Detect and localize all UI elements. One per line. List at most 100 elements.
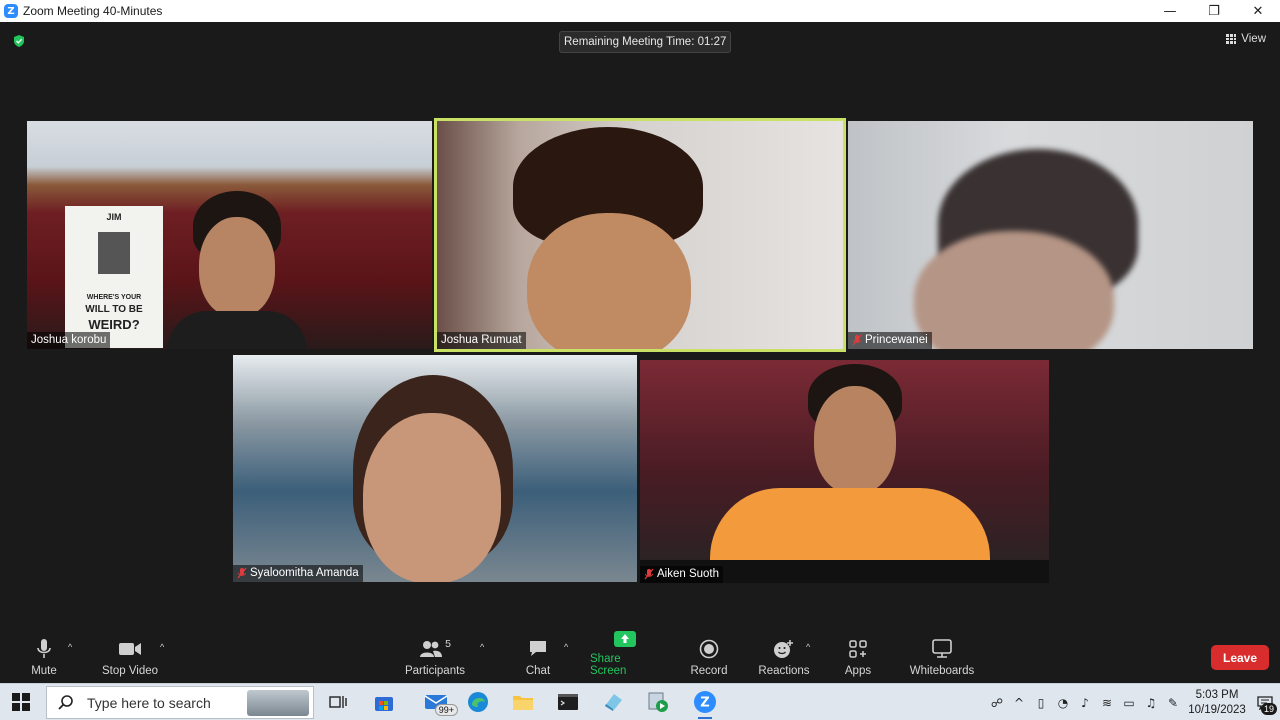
participant-name-tag: Joshua Rumuat	[437, 332, 526, 349]
whiteboard-icon	[932, 639, 952, 658]
book-line-1: WHERE'S YOUR	[86, 294, 142, 301]
microphone-icon	[37, 639, 51, 658]
participant-face	[814, 386, 896, 494]
meeting-area: Remaining Meeting Time: 01:27 View JIM W…	[0, 22, 1280, 632]
meeting-toolbar: Mute ^ Stop Video ^ 5 Participants ^ Cha…	[0, 631, 1280, 683]
battery-icon[interactable]: ▭	[1118, 684, 1140, 720]
reactions-options-caret-icon[interactable]: ^	[806, 642, 810, 652]
participant-shirt	[710, 488, 990, 560]
grid-icon	[1226, 34, 1237, 44]
chat-label: Chat	[525, 665, 551, 677]
book-line-3: WEIRD?	[88, 317, 140, 332]
apps-icon	[849, 640, 867, 658]
book-cover: JIM WHERE'S YOUR WILL TO BE WEIRD?	[65, 206, 163, 348]
microsoft-store-icon[interactable]	[371, 690, 397, 714]
chat-button[interactable]: Chat	[520, 632, 556, 683]
participant-name: Syaloomitha Amanda	[250, 567, 359, 579]
device-icon[interactable]: ▯	[1030, 684, 1052, 720]
zoom-logo-icon: Z	[4, 4, 18, 18]
notification-badge: 19	[1260, 703, 1277, 715]
clock-date: 10/19/2023	[1188, 703, 1246, 716]
participant-face	[914, 231, 1114, 349]
participants-icon	[420, 641, 443, 657]
task-view-icon[interactable]	[325, 690, 351, 714]
chat-icon	[530, 641, 546, 656]
stop-video-button[interactable]: Stop Video	[100, 632, 160, 683]
terminal-icon[interactable]	[555, 690, 581, 714]
close-button[interactable]: ✕	[1236, 0, 1280, 22]
pen-icon[interactable]: ✎	[1162, 684, 1184, 720]
participant-name-tag: Syaloomitha Amanda	[233, 565, 363, 582]
mic-muted-icon	[237, 567, 247, 579]
video-tile[interactable]: Aiken Suoth	[640, 360, 1049, 583]
participants-count: 5	[445, 638, 451, 650]
participant-name-tag: Princewanei	[848, 332, 932, 349]
apps-button[interactable]: Apps	[840, 632, 876, 683]
taskbar-search-box[interactable]: Type here to search	[46, 686, 314, 719]
maximize-button[interactable]: ❐	[1192, 0, 1236, 22]
media-player-icon[interactable]	[645, 690, 671, 714]
participant-name: Aiken Suoth	[657, 568, 720, 580]
wifi-icon[interactable]: ≋	[1096, 684, 1118, 720]
network-status-icon[interactable]: ◔	[1052, 684, 1074, 720]
zoom-window: Z Zoom Meeting 40-Minutes — ❐ ✕ Remainin…	[0, 0, 1280, 720]
video-tile[interactable]: Syaloomitha Amanda	[233, 355, 637, 582]
clock-time: 5:03 PM	[1195, 688, 1239, 701]
reactions-smiley-icon	[774, 640, 793, 658]
view-button[interactable]: View	[1226, 33, 1266, 45]
notification-center-icon[interactable]: 19	[1250, 684, 1280, 720]
participant-face	[199, 217, 275, 317]
minimize-button[interactable]: —	[1148, 0, 1192, 22]
video-tile[interactable]: JIM WHERE'S YOUR WILL TO BE WEIRD? Joshu…	[27, 121, 432, 349]
show-hidden-icons-icon[interactable]: ^	[1008, 684, 1030, 720]
participant-name-tag: Aiken Suoth	[640, 566, 724, 583]
windows-start-icon[interactable]	[12, 693, 30, 711]
participant-name: Joshua Rumuat	[441, 334, 522, 346]
search-icon	[58, 694, 73, 710]
video-frame	[640, 360, 1049, 560]
volume-icon[interactable]: ♫	[1140, 684, 1162, 720]
view-label: View	[1241, 33, 1266, 45]
reactions-button[interactable]: Reactions	[756, 632, 812, 683]
zoom-taskbar-icon[interactable]: Z	[692, 690, 718, 719]
participant-face	[363, 413, 501, 582]
mic-muted-icon	[852, 334, 862, 346]
leave-button[interactable]: Leave	[1211, 645, 1269, 670]
mute-label: Mute	[31, 665, 57, 677]
share-screen-button[interactable]: Share Screen	[590, 631, 660, 683]
video-tile[interactable]: Princewanei	[848, 121, 1253, 349]
record-button[interactable]: Record	[688, 632, 730, 683]
mail-badge: 99+	[434, 704, 458, 716]
tablet-app-icon[interactable]	[600, 690, 626, 714]
search-placeholder: Type here to search	[87, 694, 211, 711]
taskbar-clock[interactable]: 5:03 PM 10/19/2023	[1184, 688, 1250, 718]
participant-name-tag: Joshua korobu	[27, 332, 111, 349]
participant-face	[527, 213, 691, 349]
participants-label: Participants	[404, 665, 466, 677]
chat-options-caret-icon[interactable]: ^	[564, 642, 568, 652]
security-shield-icon[interactable]	[12, 34, 26, 48]
apps-label: Apps	[844, 665, 872, 677]
edge-browser-icon[interactable]	[465, 690, 491, 714]
participant-name: Princewanei	[865, 334, 928, 346]
mute-button[interactable]: Mute	[26, 632, 62, 683]
video-camera-icon	[119, 643, 141, 655]
record-label: Record	[690, 665, 728, 677]
microphone-tray-icon[interactable]: ♪	[1074, 684, 1096, 720]
mail-icon[interactable]: 99+	[418, 690, 458, 716]
mic-muted-icon	[644, 568, 654, 580]
whiteboards-button[interactable]: Whiteboards	[906, 632, 978, 683]
file-explorer-icon[interactable]	[510, 690, 536, 714]
video-options-caret-icon[interactable]: ^	[160, 642, 164, 652]
participants-options-caret-icon[interactable]: ^	[480, 642, 484, 652]
participants-button[interactable]: 5 Participants	[402, 632, 468, 683]
people-icon[interactable]: ☍	[986, 684, 1008, 720]
book-brand: JIM	[106, 212, 122, 222]
meeting-timer: Remaining Meeting Time: 01:27	[559, 31, 732, 53]
participant-shirt	[167, 311, 307, 349]
record-icon	[699, 639, 719, 659]
window-controls: — ❐ ✕	[1148, 0, 1280, 22]
reactions-label: Reactions	[758, 665, 810, 677]
video-tile-active-speaker[interactable]: Joshua Rumuat	[434, 118, 846, 352]
mute-options-caret-icon[interactable]: ^	[68, 642, 72, 652]
